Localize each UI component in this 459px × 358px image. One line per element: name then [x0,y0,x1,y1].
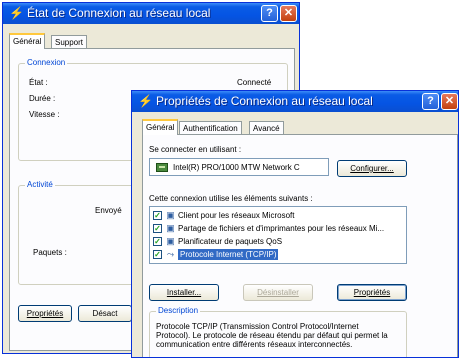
install-label: Installer... [166,288,202,297]
description-group: Description Protocole TCP/IP (Transmissi… [149,306,407,357]
description-text: Protocole TCP/IP (Transmission Control P… [156,322,388,349]
list-item[interactable]: ✓ ⤳ Protocole Internet (TCP/IP) [153,249,403,261]
checkbox[interactable]: ✓ [153,224,162,233]
disable-button[interactable]: Désact [78,305,132,322]
sent-label: Envoyé [95,206,122,215]
tab-general[interactable]: Général [142,119,179,135]
checkbox[interactable]: ✓ [153,237,162,246]
uninstall-button[interactable]: Désinstaller [243,284,313,301]
status-titlebar[interactable]: ⚡ État de Connexion au réseau local ? ✕ [3,3,299,24]
configure-button[interactable]: Configurer... [337,160,407,177]
tab-advanced[interactable]: Avancé [249,121,284,135]
tab-authentication-label: Authentification [183,124,238,133]
network-connection-icon: ⚡ [9,6,24,20]
tab-general-label: Général [13,37,42,46]
speed-label: Vitesse : [29,110,60,119]
configure-label: Configurer... [350,164,394,173]
adapter-name: Intel(R) PRO/1000 MTW Network C [173,163,300,172]
adapter-box: Intel(R) PRO/1000 MTW Network C [149,158,329,176]
properties-titlebar[interactable]: ⚡ Propriétés de Connexion au réseau loca… [132,91,458,112]
list-item[interactable]: ✓ ▣ Client pour les réseaux Microsoft [153,210,403,222]
disable-label: Désact [92,309,118,318]
tab-general-label: Général [146,123,175,132]
components-list[interactable]: ✓ ▣ Client pour les réseaux Microsoft ✓ … [149,206,407,264]
connection-group-title: Connexion [25,58,68,68]
connect-using-label: Se connecter en utilisant : [149,145,242,154]
items-label: Cette connexion utilise les éléments sui… [149,194,313,203]
list-item-label: Planificateur de paquets QoS [178,237,283,246]
item-properties-label: Propriétés [353,288,391,297]
status-window-title: État de Connexion au réseau local [27,6,211,20]
list-item[interactable]: ✓ ▣ Partage de fichiers et d'imprimantes… [153,223,403,235]
network-client-icon: ▣ [166,210,175,220]
tab-support[interactable]: Support [51,35,88,49]
close-button[interactable]: ✕ [441,93,458,110]
packets-label: Paquets : [33,248,67,257]
tab-general[interactable]: Général [9,33,46,49]
state-label: État : [29,78,48,87]
list-item-label: Protocole Internet (TCP/IP) [178,249,279,260]
properties-panel: Se connecter en utilisant : Intel(R) PRO… [142,134,458,357]
item-properties-button[interactable]: Propriétés [337,284,407,301]
network-connection-icon: ⚡ [138,94,153,108]
help-button[interactable]: ? [422,93,439,110]
list-item-label: Partage de fichiers et d'imprimantes pou… [178,224,385,233]
checkbox[interactable]: ✓ [153,250,162,259]
status-properties-label: Propriétés [26,309,64,318]
properties-window: ⚡ Propriétés de Connexion au réseau loca… [131,90,459,358]
close-button[interactable]: ✕ [280,5,297,22]
state-value: Connecté [237,78,272,87]
printer-share-icon: ▣ [166,223,175,233]
uninstall-label: Désinstaller [257,288,299,297]
network-card-icon [156,163,168,172]
activity-group-title: Activité [25,180,55,190]
properties-window-title: Propriétés de Connexion au réseau local [156,94,373,108]
list-item[interactable]: ✓ ▣ Planificateur de paquets QoS [153,236,403,248]
tab-support-label: Support [55,38,84,47]
description-group-title: Description [156,306,201,316]
protocol-icon: ⤳ [166,249,175,259]
status-properties-button[interactable]: Propriétés [18,305,72,322]
checkbox[interactable]: ✓ [153,211,162,220]
duration-label: Durée : [29,94,56,103]
list-item-label: Client pour les réseaux Microsoft [178,211,295,220]
scheduler-icon: ▣ [166,236,175,246]
tab-authentication[interactable]: Authentification [179,121,242,135]
install-button[interactable]: Installer... [149,284,219,301]
help-button[interactable]: ? [261,5,278,22]
tab-advanced-label: Avancé [253,124,280,133]
